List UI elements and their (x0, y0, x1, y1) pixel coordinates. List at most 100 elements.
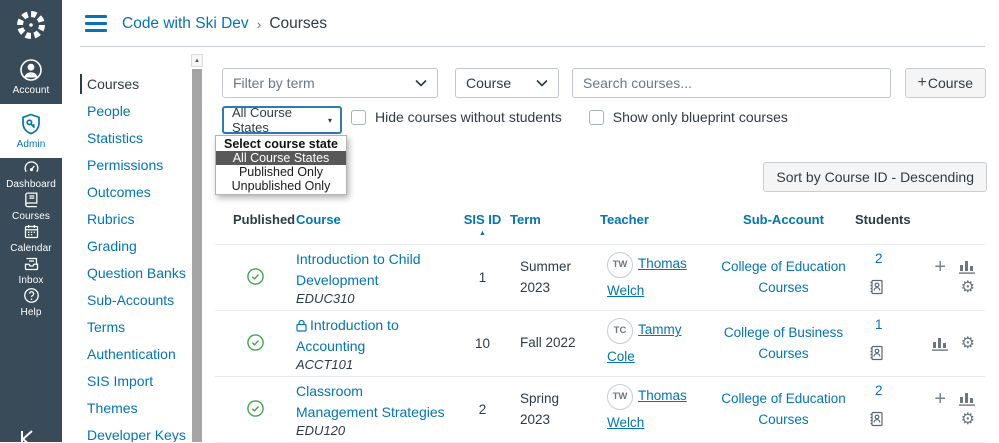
dropdown-option-unpublished-only[interactable]: Unpublished Only (216, 179, 346, 193)
global-nav-admin-label: Admin (16, 139, 46, 150)
course-link[interactable]: Classroom Management Strategies (296, 381, 446, 422)
collapse-nav-button[interactable] (16, 428, 38, 442)
hide-courses-checkbox[interactable] (351, 109, 366, 125)
header-students: Students (855, 204, 911, 245)
select-arrow-icon: ▾ (327, 115, 332, 125)
sidebar-item-outcomes[interactable]: Outcomes (80, 182, 191, 202)
published-check-icon (247, 399, 264, 417)
settings-gear-icon[interactable]: ⚙ (961, 335, 975, 352)
breadcrumb-account-link[interactable]: Code with Ski Dev (122, 15, 249, 33)
sidebar-scrollbar[interactable]: ▲ (191, 47, 203, 442)
chevron-down-icon (415, 79, 427, 87)
course-link[interactable]: Introduction to Child Development (296, 249, 446, 290)
sidebar-item-rubrics[interactable]: Rubrics (80, 209, 191, 229)
course-states-dropdown-menu: Select course state All Course States Pu… (215, 135, 347, 195)
add-user-icon[interactable]: + (934, 257, 946, 277)
sub-account-link[interactable]: College of Education Courses (715, 257, 852, 299)
term-cell: Fall 2022 (520, 335, 576, 351)
term-filter-select[interactable]: Filter by term (222, 68, 438, 98)
add-course-button[interactable]: + Course (904, 68, 986, 98)
header-actions (911, 204, 985, 245)
global-nav-dashboard[interactable]: Dashboard (0, 158, 62, 190)
global-nav-admin[interactable]: Admin (0, 104, 62, 158)
blueprint-only-label: Show only blueprint courses (612, 109, 788, 125)
course-link-label: Introduction to Accounting (296, 317, 399, 354)
sidebar-item-sis-import[interactable]: SIS Import (80, 371, 191, 391)
sub-account-link[interactable]: College of Education Courses (715, 389, 852, 431)
sidebar-item-courses[interactable]: Courses (80, 74, 191, 94)
add-course-label: Course (927, 75, 973, 91)
settings-gear-icon[interactable]: ⚙ (961, 280, 975, 296)
sidebar-scrollbar-thumb[interactable] (192, 69, 202, 442)
dropdown-option-published-only[interactable]: Published Only (216, 165, 346, 179)
sidebar-item-grading[interactable]: Grading (80, 236, 191, 256)
sidebar-item-permissions[interactable]: Permissions (80, 155, 191, 175)
canvas-logo-icon (17, 11, 45, 39)
breadcrumb-current-page: Courses (269, 14, 328, 32)
teacher-avatar: TW (607, 383, 633, 410)
enrollments-icon[interactable] (869, 279, 911, 295)
term-cell: Spring 2023 (520, 391, 560, 427)
sidebar-item-people[interactable]: People (80, 101, 191, 121)
global-nav-courses[interactable]: Courses (0, 190, 62, 222)
course-states-value: All Course States (232, 105, 292, 135)
hamburger-menu-icon[interactable] (85, 15, 107, 32)
search-courses-input[interactable] (583, 75, 880, 91)
header-sub-account[interactable]: Sub-Account (712, 204, 855, 245)
sidebar-item-question-banks[interactable]: Question Banks (80, 263, 191, 283)
students-count-link[interactable]: 1 (875, 317, 883, 332)
statistics-icon[interactable] (931, 336, 948, 351)
sidebar-item-statistics[interactable]: Statistics (80, 128, 191, 148)
students-count-link[interactable]: 2 (875, 251, 883, 266)
plus-icon: + (917, 74, 927, 91)
dropdown-header: Select course state (224, 137, 338, 151)
global-nav-courses-label: Courses (12, 210, 50, 222)
scrollbar-up-arrow-icon[interactable]: ▲ (191, 54, 203, 67)
global-nav-help[interactable]: Help (0, 286, 62, 318)
dropdown-option-all-course-states[interactable]: All Course States (216, 151, 346, 165)
hide-courses-label: Hide courses without students (375, 109, 562, 125)
header-sis-id[interactable]: SIS ID ▲ (455, 204, 510, 245)
teacher-avatar: TC (607, 317, 633, 344)
add-user-icon[interactable]: + (934, 389, 946, 409)
sidebar-item-developer-keys[interactable]: Developer Keys (80, 425, 191, 442)
sidebar-item-sub-accounts[interactable]: Sub-Accounts (80, 290, 191, 310)
header-teacher[interactable]: Teacher (600, 204, 712, 245)
enrollments-icon[interactable] (869, 345, 911, 361)
statistics-icon[interactable] (959, 391, 975, 406)
header-course[interactable]: Course (296, 204, 455, 245)
global-nav-inbox[interactable]: Inbox (0, 254, 62, 286)
breadcrumb-separator: › (256, 15, 262, 32)
account-avatar-icon (20, 59, 42, 81)
search-type-value: Course (466, 75, 512, 91)
header-term[interactable]: Term (510, 204, 600, 245)
sort-by-course-id-button[interactable]: Sort by Course ID - Descending (763, 162, 987, 192)
settings-gear-icon[interactable]: ⚙ (961, 412, 975, 428)
published-check-icon (247, 333, 264, 351)
header-published: Published (215, 204, 296, 245)
help-question-icon (23, 287, 39, 303)
sidebar-item-themes[interactable]: Themes (80, 398, 191, 418)
checkbox-filters: Hide courses without students Show only … (351, 109, 788, 125)
search-type-select[interactable]: Course (455, 68, 559, 98)
global-nav-inbox-label: Inbox (18, 274, 44, 286)
course-states-select[interactable]: All Course States ▾ (222, 105, 342, 135)
header-sis-id-label: SIS ID (463, 212, 502, 227)
calendar-icon (24, 224, 38, 238)
search-courses-field (572, 68, 891, 98)
global-nav-calendar-label: Calendar (10, 242, 52, 254)
global-nav-account[interactable]: Account (0, 50, 62, 104)
course-link[interactable]: Introduction to Accounting (296, 315, 446, 356)
students-count-link[interactable]: 2 (875, 383, 883, 398)
sidebar-item-authentication[interactable]: Authentication (80, 344, 191, 364)
global-nav-calendar[interactable]: Calendar (0, 222, 62, 254)
enrollments-icon[interactable] (869, 411, 911, 427)
canvas-logo[interactable] (0, 0, 62, 50)
blueprint-only-checkbox[interactable] (588, 109, 604, 125)
sidebar-item-terms[interactable]: Terms (80, 317, 191, 337)
table-row: Introduction to Accounting ACCT101 10 Fa… (215, 310, 985, 377)
course-code: EDUC310 (296, 290, 355, 306)
sub-account-link[interactable]: College of Business Courses (715, 323, 852, 365)
course-code: EDU120 (296, 422, 346, 438)
statistics-icon[interactable] (959, 259, 975, 274)
